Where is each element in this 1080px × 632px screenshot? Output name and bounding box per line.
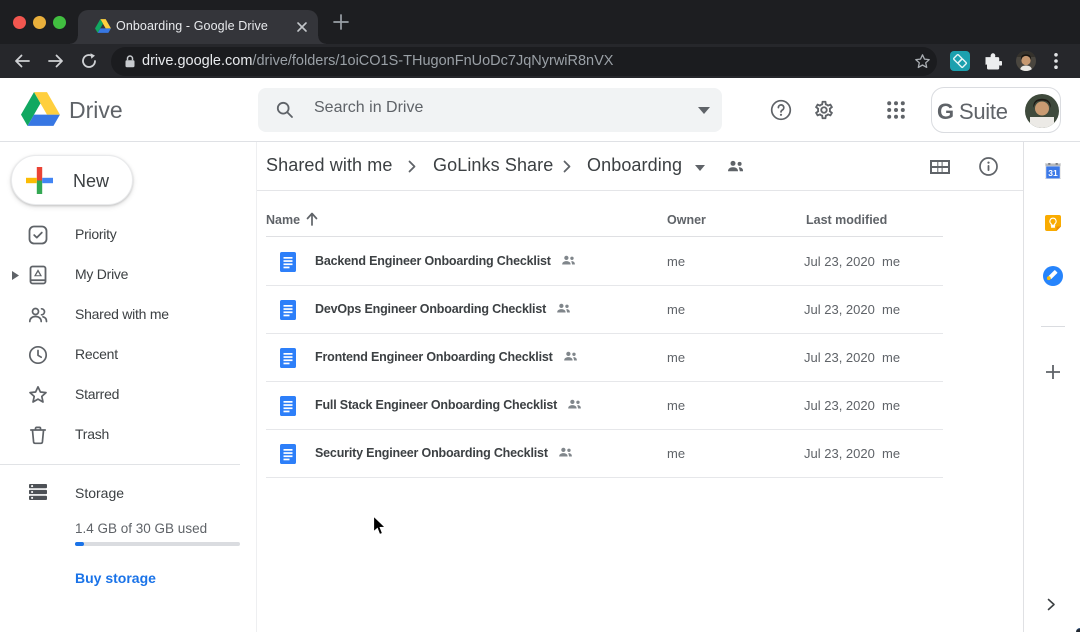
svg-text:31: 31 [1048,168,1058,178]
